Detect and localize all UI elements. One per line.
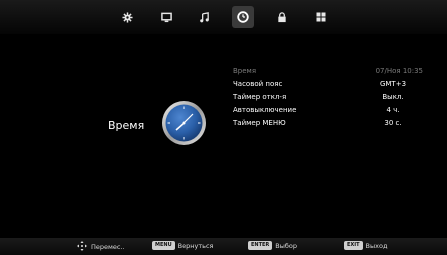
lock-icon [277, 11, 287, 23]
tab-picture-settings[interactable] [116, 6, 138, 28]
hint-exit: EXIT Выход [344, 241, 387, 250]
tab-lock[interactable] [271, 6, 293, 28]
tab-apps[interactable] [310, 6, 332, 28]
hint-select-label: Выбор [275, 241, 297, 250]
setting-value: 07/Ноя 10:35 [375, 67, 423, 75]
setting-row-sleep-timer[interactable]: Таймер откл-я Выкл. [233, 91, 423, 104]
hint-back: MENU Вернуться [152, 241, 213, 250]
tv-menu-screen: Время Время 07/Ноя 10:35 Часовой пояс GM… [0, 0, 447, 255]
setting-row-time: Время 07/Ноя 10:35 [233, 65, 423, 78]
setting-label: Автовыключение [233, 106, 297, 114]
grid-icon [316, 12, 326, 22]
move-arrows-icon [77, 241, 87, 253]
hint-back-label: Вернуться [177, 241, 214, 250]
monitor-icon [160, 12, 172, 23]
setting-row-menu-timer[interactable]: Таймер МЕНЮ 30 с. [233, 117, 423, 130]
hint-select: ENTER Выбор [248, 241, 297, 250]
setting-label: Время [233, 67, 257, 75]
hint-move-label: Перемес.. [91, 243, 125, 251]
setting-row-auto-standby[interactable]: Автовыключение 4 ч. [233, 104, 423, 117]
menu-key-badge: MENU [152, 241, 175, 250]
footer-hint-bar: Перемес.. MENU Вернуться ENTER Выбор EXI… [0, 238, 447, 255]
time-settings-list: Время 07/Ноя 10:35 Часовой пояс GMT+3 Та… [233, 65, 423, 130]
hint-exit-label: Выход [365, 241, 388, 250]
setting-label: Таймер МЕНЮ [233, 119, 286, 127]
hint-move: Перемес.. [77, 241, 125, 253]
setting-value: GMT+3 [379, 80, 407, 88]
section-title: Время [108, 119, 145, 132]
gear-icon [121, 11, 133, 23]
setting-label: Часовой пояс [233, 80, 283, 88]
setting-label: Таймер откл-я [233, 93, 287, 101]
tab-sound[interactable] [193, 6, 215, 28]
setting-value: Выкл. [382, 93, 404, 101]
music-note-icon [199, 11, 210, 23]
clock-illustration-icon [161, 100, 207, 146]
tab-time[interactable] [232, 6, 254, 28]
clock-icon [237, 11, 249, 23]
menu-tab-bar [0, 0, 447, 34]
exit-key-badge: EXIT [344, 241, 363, 250]
enter-key-badge: ENTER [248, 241, 273, 250]
setting-row-timezone[interactable]: Часовой пояс GMT+3 [233, 78, 423, 91]
tab-screen[interactable] [155, 6, 177, 28]
setting-value: 30 с. [384, 119, 402, 127]
setting-value: 4 ч. [386, 106, 400, 114]
